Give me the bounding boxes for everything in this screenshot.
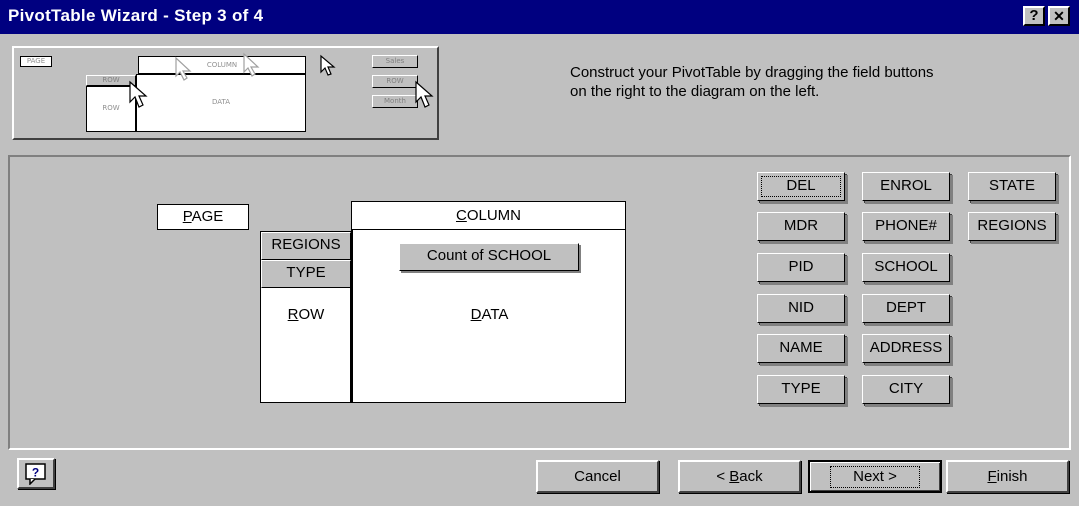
preview-page-box: PAGE — [20, 56, 52, 67]
field-button-phone[interactable]: PHONE# — [862, 212, 950, 241]
preview-cursor-icon — [243, 52, 260, 77]
wizard-preview-graphic: PAGE COLUMN ROW ROW DATA Sales ROW Month — [12, 46, 439, 140]
back-button-prefix: < — [716, 468, 730, 485]
field-button-enrol[interactable]: ENROL — [862, 172, 950, 201]
row-field-regions[interactable]: REGIONS — [261, 232, 351, 260]
row-drop-area[interactable]: REGIONS TYPE ROW — [260, 231, 352, 403]
finish-button[interactable]: Finish — [946, 460, 1069, 493]
row-label-accel: R — [287, 306, 299, 323]
back-button[interactable]: < Back — [678, 460, 801, 493]
preview-cursor-icon — [320, 54, 336, 76]
help-button[interactable]: ? — [17, 458, 55, 489]
field-button-mdr[interactable]: MDR — [757, 212, 845, 241]
page-drop-area[interactable]: PAGE — [157, 204, 249, 230]
back-button-accel: B — [729, 468, 740, 485]
help-bubble-icon: ? — [25, 463, 46, 486]
back-button-rest: ack — [739, 468, 763, 485]
field-button-type[interactable]: TYPE — [757, 375, 845, 404]
data-label: DATA — [353, 306, 626, 323]
preview-column-box: COLUMN — [138, 56, 306, 74]
instructions-text: Construct your PivotTable by dragging th… — [570, 64, 934, 100]
cancel-button[interactable]: Cancel — [536, 460, 659, 493]
finish-button-rest: inish — [996, 468, 1028, 485]
page-label-accel: P — [182, 208, 192, 225]
svg-text:?: ? — [32, 466, 39, 480]
preview-cursor-icon — [175, 56, 192, 81]
field-button-city[interactable]: CITY — [862, 375, 950, 404]
next-button[interactable]: Next > — [808, 460, 942, 493]
column-label-accel: C — [455, 207, 467, 224]
preview-cursor-icon — [415, 80, 434, 108]
field-button-address[interactable]: ADDRESS — [862, 334, 950, 363]
data-label-rest: ATA — [481, 306, 509, 323]
data-drop-area[interactable]: Count of SCHOOL DATA — [351, 229, 626, 403]
preview-cursor-icon — [129, 80, 148, 108]
preview-row-side-button: ROW — [372, 75, 418, 88]
close-button[interactable]: ✕ — [1048, 6, 1070, 26]
column-label: OLUMN — [466, 207, 521, 224]
page-label: AGE — [191, 208, 224, 225]
preview-month-button: Month — [372, 95, 418, 108]
finish-button-accel: F — [987, 468, 997, 485]
field-button-pid[interactable]: PID — [757, 253, 845, 282]
row-label-rest: OW — [298, 306, 325, 323]
row-field-type[interactable]: TYPE — [261, 260, 351, 288]
title-bar: PivotTable Wizard - Step 3 of 4 ? ✕ — [0, 0, 1079, 34]
data-field-count-of-school[interactable]: Count of SCHOOL — [399, 243, 579, 271]
preview-sales-button: Sales — [372, 55, 418, 68]
field-button-name[interactable]: NAME — [757, 334, 845, 363]
next-button-label: Next > — [830, 466, 920, 488]
data-label-accel: D — [470, 306, 482, 323]
field-button-regions[interactable]: REGIONS — [968, 212, 1056, 241]
field-button-nid[interactable]: NID — [757, 294, 845, 323]
field-button-dept[interactable]: DEPT — [862, 294, 950, 323]
row-label: ROW — [261, 306, 351, 323]
field-button-del-label: DEL — [758, 173, 844, 200]
title-help-button[interactable]: ? — [1023, 6, 1045, 26]
field-button-del[interactable]: DEL — [757, 172, 845, 201]
field-button-school[interactable]: SCHOOL — [862, 253, 950, 282]
field-button-state[interactable]: STATE — [968, 172, 1056, 201]
preview-data-box: DATA — [136, 74, 306, 132]
column-drop-area[interactable]: COLUMN — [351, 201, 626, 231]
window-title: PivotTable Wizard - Step 3 of 4 — [8, 6, 264, 25]
